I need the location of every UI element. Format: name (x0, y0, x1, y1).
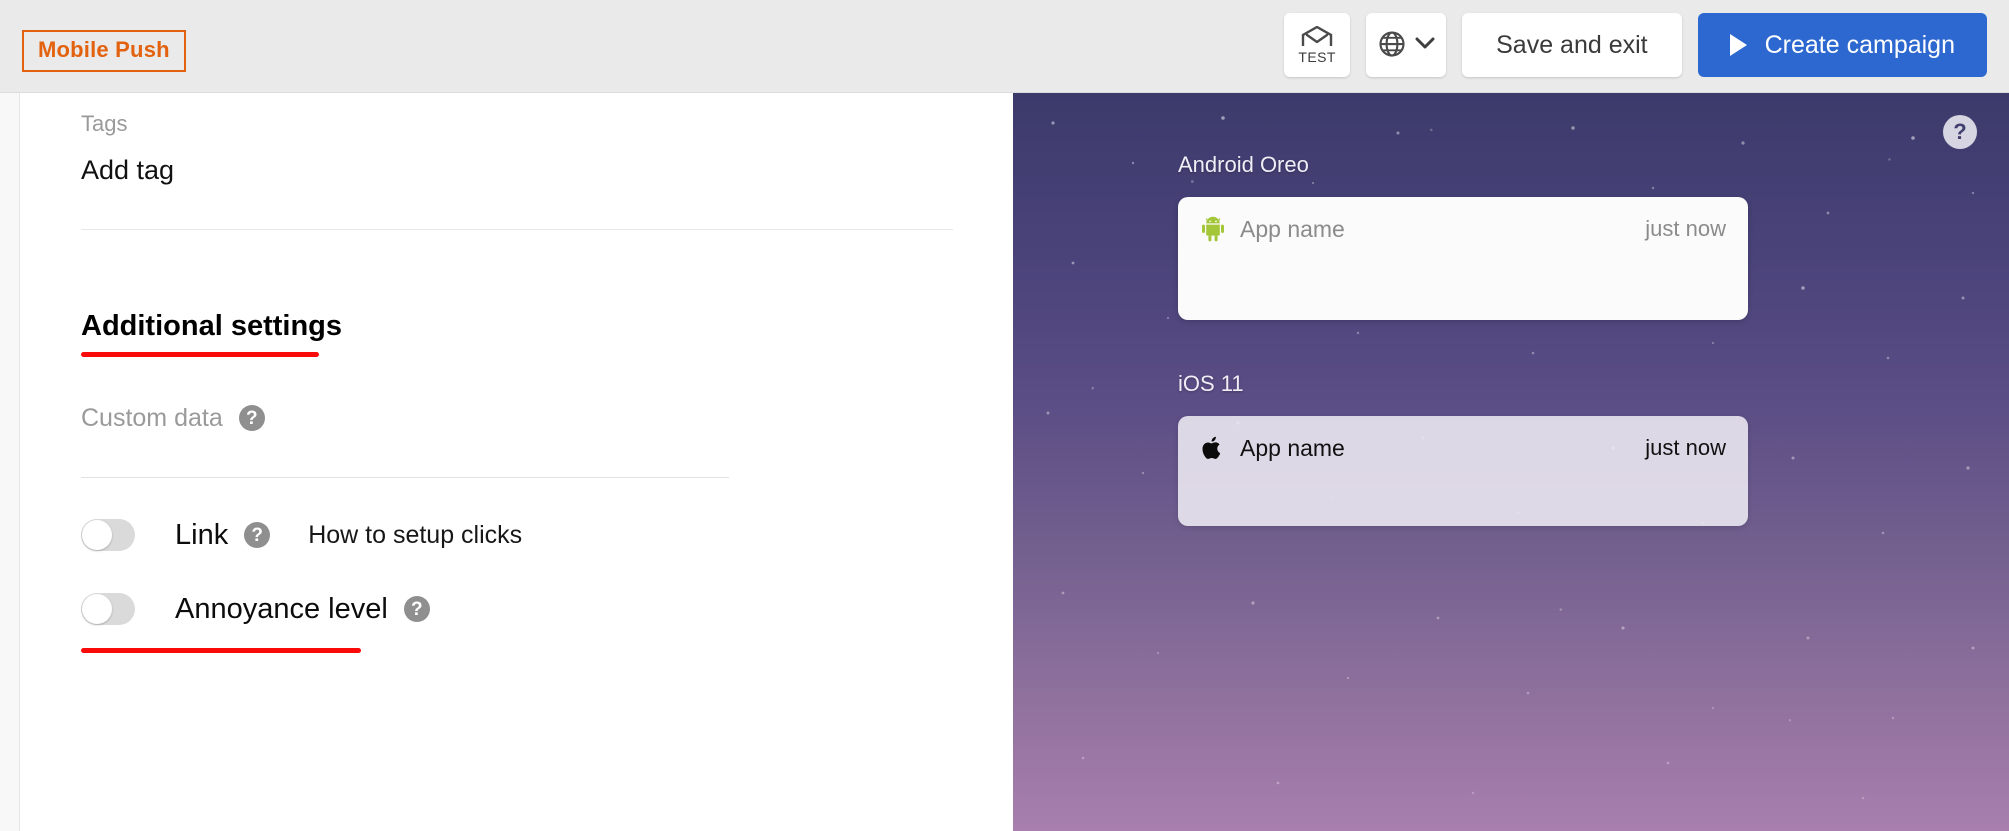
top-toolbar: Mobile Push TEST Save and exit Create ca… (0, 0, 2009, 93)
chevron-down-icon (1415, 37, 1435, 53)
ios-app-name: App name (1240, 435, 1345, 461)
android-app-name: App name (1240, 216, 1345, 242)
ios-os-label: iOS 11 (1178, 371, 1244, 396)
android-notification-card[interactable]: App name just now (1178, 197, 1748, 320)
link-toggle-knob (82, 520, 112, 550)
android-notification-time: just now (1645, 216, 1726, 241)
custom-data-help-icon[interactable]: ? (238, 405, 265, 431)
link-help-icon[interactable]: ? (244, 522, 271, 548)
annoyance-level-label: Annoyance level (175, 593, 388, 625)
additional-settings-section: Additional settings Custom data ? Link ?… (21, 252, 1013, 653)
ios-notification-time: just now (1645, 435, 1726, 460)
custom-data-label: Custom data (81, 404, 223, 432)
additional-settings-title: Additional settings (81, 310, 342, 342)
campaign-editor-page: Mobile Push TEST Save and exit Create ca… (0, 0, 2009, 831)
android-preview-group: Android Oreo App name just now (1178, 152, 1748, 320)
envelope-test-icon (1301, 26, 1333, 48)
apple-logo-icon (1200, 435, 1226, 461)
ios-notification-header: App name just now (1200, 435, 1726, 461)
android-robot-icon (1200, 216, 1226, 242)
toolbar-actions: TEST Save and exit Create campaign (1284, 10, 1987, 80)
preview-help-button[interactable]: ? (1943, 115, 1977, 149)
link-toggle[interactable] (81, 519, 135, 551)
test-button-label: TEST (1298, 49, 1336, 65)
custom-data-divider (81, 477, 729, 478)
section-divider (81, 229, 953, 230)
ios-notification-card[interactable]: App name just now (1178, 416, 1748, 526)
link-row: Link ? How to setup clicks (81, 518, 953, 552)
annoyance-level-help-icon[interactable]: ? (403, 596, 430, 622)
notification-preview-panel: ? Android Oreo App name just now iOS 11 … (1013, 93, 2009, 831)
channel-badge-mobile-push: Mobile Push (22, 30, 186, 72)
language-selector-button[interactable] (1366, 13, 1447, 77)
annotation-underline-title (81, 352, 319, 357)
annotation-underline-bottom (81, 648, 361, 653)
send-test-button[interactable]: TEST (1284, 13, 1351, 77)
create-campaign-button[interactable]: Create campaign (1697, 13, 1987, 77)
how-to-setup-clicks-link[interactable]: How to setup clicks (308, 520, 522, 550)
android-notification-header: App name just now (1200, 216, 1726, 242)
globe-icon (1377, 29, 1407, 62)
page-left-gutter (0, 93, 20, 831)
save-and-exit-button[interactable]: Save and exit (1462, 13, 1682, 77)
create-campaign-label: Create campaign (1764, 30, 1955, 59)
ios-preview-group: iOS 11 App name just now (1178, 371, 1748, 526)
link-label: Link (175, 519, 229, 551)
custom-data-row: Custom data ? (81, 403, 953, 433)
tags-label: Tags (81, 111, 128, 136)
add-tag-button[interactable]: Add tag (81, 151, 174, 189)
campaign-form-panel: Tags Add tag Additional settings Custom … (21, 93, 1013, 831)
android-os-label: Android Oreo (1178, 152, 1309, 177)
annoyance-level-toggle-knob (82, 594, 112, 624)
annoyance-level-toggle[interactable] (81, 593, 135, 625)
additional-settings-heading-wrap: Additional settings (81, 308, 953, 357)
play-icon (1729, 34, 1747, 56)
tags-section: Tags Add tag (21, 93, 1013, 252)
annoyance-level-row: Annoyance level ? (81, 592, 953, 626)
